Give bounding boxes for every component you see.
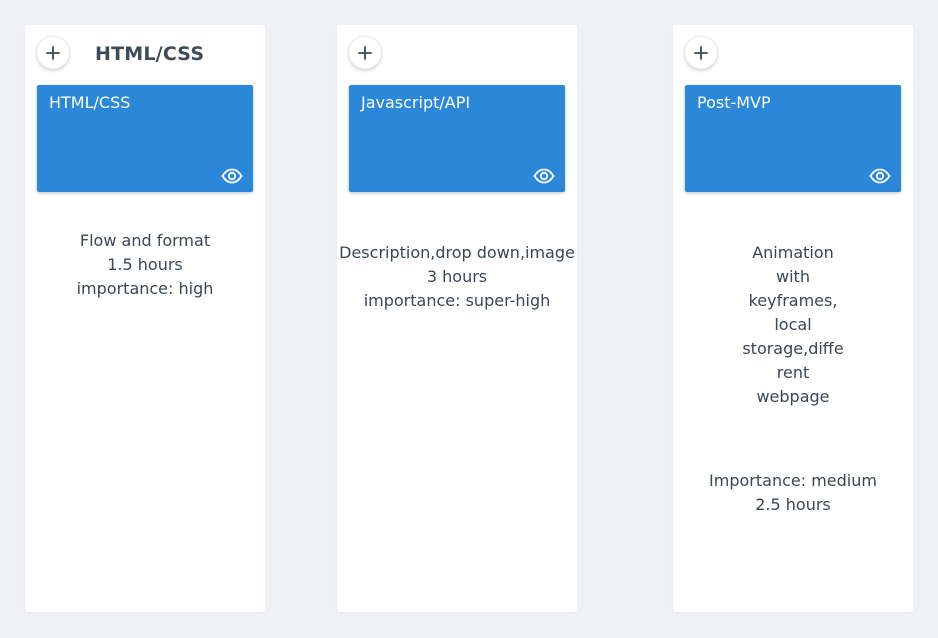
add-button[interactable]	[685, 37, 717, 69]
description-line: 1.5 hours	[107, 255, 183, 274]
plus-icon	[46, 46, 60, 60]
eye-icon[interactable]	[221, 168, 243, 184]
duration-line: 2.5 hours	[755, 495, 831, 514]
description-line: Flow and format	[79, 231, 211, 250]
description-line: importance: super-high	[363, 291, 551, 310]
description-line: keyframes,	[748, 291, 838, 310]
card-description: Description,drop down,image 3 hours impo…	[337, 241, 577, 313]
description-line: 3 hours	[426, 267, 488, 286]
task-card[interactable]: HTML/CSS	[37, 85, 253, 192]
card-description: Animation with keyframes, local storage,…	[673, 241, 913, 409]
add-button[interactable]	[37, 37, 69, 69]
description-line: storage,diffe	[742, 339, 844, 358]
card-title: Javascript/API	[361, 93, 471, 112]
card-meta: Importance: medium 2.5 hours	[673, 469, 913, 517]
description-line: importance: high	[76, 279, 214, 298]
description-line: rent	[776, 363, 810, 382]
eye-icon[interactable]	[869, 168, 891, 184]
description-line: Description,drop down,image	[339, 243, 575, 262]
add-button[interactable]	[349, 37, 381, 69]
list-column-javascript-api: Javascript/API Description,drop down,ima…	[337, 25, 577, 612]
card-title: HTML/CSS	[49, 93, 131, 112]
list-column-html-css: HTML/CSS HTML/CSS Flow and format 1.5 ho…	[25, 25, 265, 612]
card-title: Post-MVP	[697, 93, 771, 112]
plus-icon	[694, 46, 708, 60]
description-line: with	[776, 267, 810, 286]
description-line: Animation	[752, 243, 834, 262]
card-description: Flow and format 1.5 hours importance: hi…	[25, 229, 265, 301]
task-card[interactable]: Post-MVP	[685, 85, 901, 192]
column-title: HTML/CSS	[95, 43, 205, 65]
eye-icon[interactable]	[533, 168, 555, 184]
description-line: local	[774, 315, 812, 334]
task-card[interactable]: Javascript/API	[349, 85, 565, 192]
importance-line: Importance: medium	[709, 471, 877, 490]
list-column-post-mvp: Post-MVP Animation with keyframes, local…	[673, 25, 913, 612]
description-line: webpage	[756, 387, 830, 406]
plus-icon	[358, 46, 372, 60]
